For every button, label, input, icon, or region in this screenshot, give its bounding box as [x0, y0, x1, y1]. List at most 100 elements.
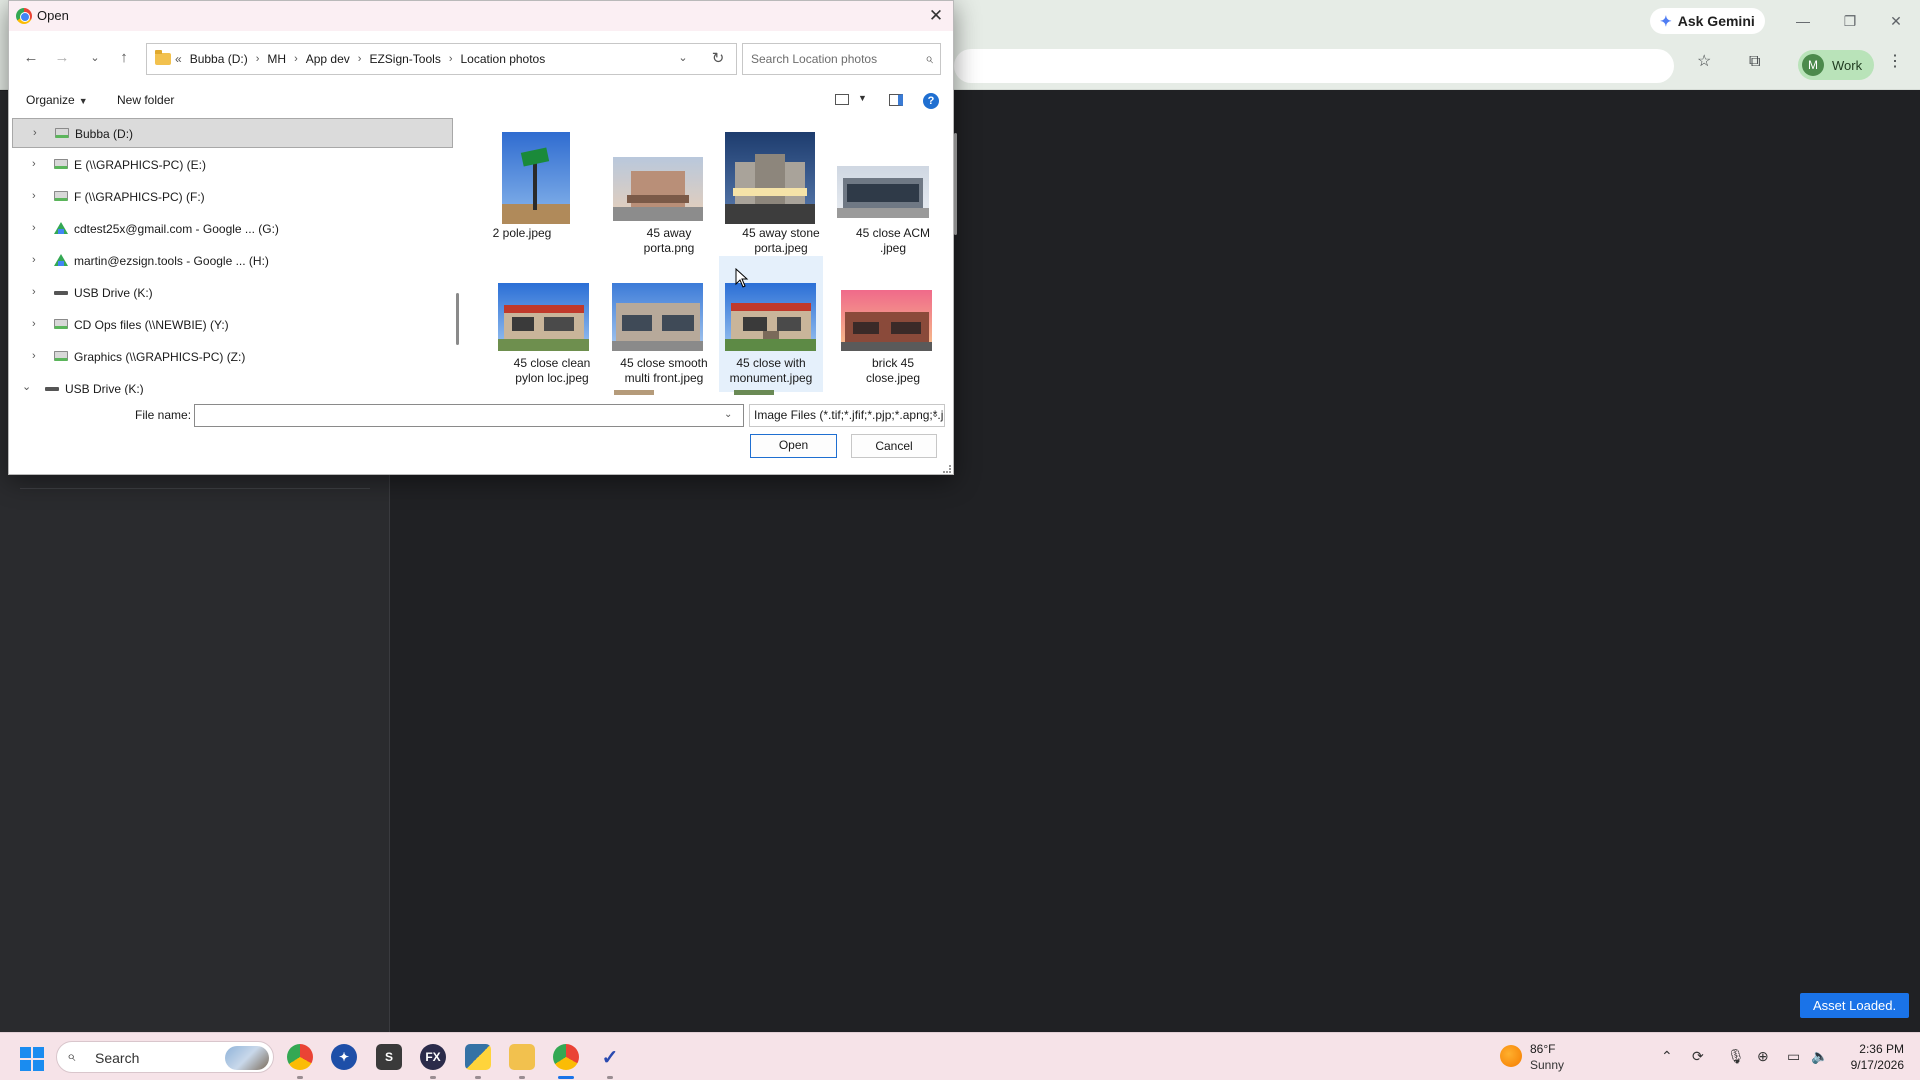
file-tile[interactable]: 45 close clean pylon loc.jpeg	[464, 256, 590, 392]
search-icon: ⌕	[67, 1048, 76, 1065]
organize-label: Organize	[26, 93, 75, 107]
search-input[interactable]: Search Location photos ⌕	[742, 43, 941, 75]
chevron-right-icon[interactable]: ›	[32, 222, 36, 234]
restore-icon[interactable]: ❐	[1827, 10, 1873, 32]
chevron-right-icon[interactable]: ›	[32, 158, 36, 170]
window-close-icon[interactable]: ✕	[1873, 10, 1919, 32]
sketch-icon[interactable]: ✦	[331, 1044, 357, 1070]
search-highlight-image	[225, 1046, 269, 1070]
extensions-icon[interactable]: ⧉	[1749, 52, 1760, 72]
breadcrumb-separator-icon[interactable]: ›	[256, 53, 260, 65]
breadcrumb-item[interactable]: Location photos	[461, 52, 546, 66]
breadcrumb-item[interactable]: EZSign-Tools	[369, 52, 440, 66]
chevron-down-icon[interactable]: ⌄	[724, 409, 732, 420]
fx-app-icon[interactable]: FX	[420, 1044, 446, 1070]
volume-icon[interactable]: 🔈	[1811, 1048, 1828, 1065]
breadcrumb-separator-icon[interactable]: ›	[449, 53, 453, 65]
weather-description[interactable]: Sunny	[1530, 1058, 1564, 1072]
file-name-line: .jpeg	[879, 241, 907, 255]
refresh-icon[interactable]: ↻	[708, 49, 728, 67]
help-icon[interactable]: ?	[923, 93, 939, 109]
cancel-button[interactable]: Cancel	[851, 434, 937, 458]
address-bar[interactable]	[954, 49, 1674, 83]
windows-start-icon[interactable]	[20, 1047, 44, 1071]
weather-temperature[interactable]: 86°F	[1530, 1042, 1555, 1056]
google-drive-icon	[54, 254, 68, 266]
chevron-right-icon[interactable]: ›	[32, 286, 36, 298]
chevron-right-icon[interactable]: ›	[33, 127, 37, 139]
back-arrow-icon[interactable]: ←	[21, 48, 41, 68]
nav-item-label: USB Drive (K:)	[74, 286, 153, 300]
python-icon[interactable]	[465, 1044, 491, 1070]
nav-item-drive-h[interactable]: › martin@ezsign.tools - Google ... (H:)	[12, 246, 453, 276]
chevron-down-icon[interactable]: ⌄	[22, 380, 31, 393]
nav-item-label: Graphics (\\GRAPHICS-PC) (Z:)	[74, 350, 246, 364]
breadcrumb-item[interactable]: App dev	[306, 52, 350, 66]
breadcrumb[interactable]: « Bubba (D:) › MH › App dev › EZSign-Too…	[146, 43, 737, 75]
clock-time[interactable]: 2:36 PM	[1834, 1042, 1904, 1056]
file-tile[interactable]: 45 close smooth multi front.jpeg	[576, 256, 708, 392]
breadcrumb-item[interactable]: MH	[267, 52, 286, 66]
forward-arrow-icon[interactable]: →	[52, 48, 72, 68]
nav-item-drive-f[interactable]: › F (\\GRAPHICS-PC) (F:)	[12, 182, 453, 212]
file-list-scrollbar[interactable]	[954, 133, 957, 235]
network-globe-icon[interactable]: ⊕	[1757, 1048, 1769, 1065]
chrome-active-icon[interactable]	[553, 1044, 579, 1070]
nav-item-drive-k[interactable]: › USB Drive (K:)	[12, 278, 453, 308]
profile-button[interactable]: M Work	[1798, 50, 1875, 80]
microphone-icon[interactable]: 🎙	[1727, 1048, 1745, 1065]
file-tile[interactable]: brick 45 close.jpeg	[800, 256, 932, 392]
chevron-down-icon[interactable]: ⌄	[931, 409, 939, 420]
file-tile[interactable]: 45 close ACM .jpeg	[800, 121, 930, 257]
breadcrumb-overflow[interactable]: «	[175, 52, 182, 66]
new-folder-button[interactable]: New folder	[117, 93, 174, 107]
bookmark-star-icon[interactable]: ☆	[1697, 52, 1711, 72]
file-tile[interactable]: 2 pole.jpeg	[464, 121, 570, 257]
v-app-icon[interactable]: ✓	[597, 1044, 623, 1070]
chevron-right-icon[interactable]: ›	[32, 190, 36, 202]
display-icon[interactable]: ▭	[1787, 1048, 1800, 1065]
file-name-field[interactable]	[194, 404, 744, 427]
open-button[interactable]: Open	[750, 434, 837, 458]
chevron-right-icon[interactable]: ›	[32, 254, 36, 266]
file-tile[interactable]: 45 away porta.png	[576, 121, 703, 257]
address-history-chevron-icon[interactable]: ⌄	[675, 51, 691, 64]
show-hidden-icons-chevron-icon[interactable]: ⌃	[1661, 1048, 1673, 1065]
chrome-icon[interactable]	[287, 1044, 313, 1070]
sun-icon[interactable]	[1500, 1045, 1522, 1067]
ask-gemini-button[interactable]: ✦ Ask Gemini	[1650, 8, 1765, 34]
breadcrumb-item[interactable]: Bubba (D:)	[190, 52, 248, 66]
recent-locations-chevron-icon[interactable]: ⌄	[85, 48, 105, 68]
chevron-right-icon[interactable]: ›	[32, 350, 36, 362]
nav-item-drive-z[interactable]: › Graphics (\\GRAPHICS-PC) (Z:)	[12, 342, 453, 372]
breadcrumb-separator-icon[interactable]: ›	[358, 53, 362, 65]
taskbar-search-box[interactable]: ⌕ Search	[56, 1041, 274, 1073]
nav-item-drive-y[interactable]: › CD Ops files (\\NEWBIE) (Y:)	[12, 310, 453, 340]
nav-item-label: Bubba (D:)	[75, 127, 134, 141]
resize-grip-icon[interactable]	[943, 465, 951, 473]
nav-item-drive-e[interactable]: › E (\\GRAPHICS-PC) (E:)	[12, 150, 453, 180]
change-view-icon[interactable]	[835, 94, 849, 105]
close-icon[interactable]: ✕	[925, 5, 947, 27]
chrome-menu-icon[interactable]: ⋮	[1887, 52, 1903, 72]
s-app-icon[interactable]: S	[376, 1044, 402, 1070]
nav-pane-scrollbar[interactable]	[456, 293, 459, 345]
nav-item-usb-drive-expanded[interactable]: ⌄ USB Drive (K:)	[12, 374, 453, 395]
organize-menu-button[interactable]: Organize ▼	[26, 93, 88, 107]
minimize-icon[interactable]: —	[1780, 10, 1826, 32]
file-explorer-icon[interactable]	[509, 1044, 535, 1070]
nav-item-drive-g[interactable]: › cdtest25x@gmail.com - Google ... (G:)	[12, 214, 453, 244]
chevron-right-icon[interactable]: ›	[32, 318, 36, 330]
sync-icon[interactable]: ⟳	[1692, 1048, 1704, 1065]
breadcrumb-separator-icon[interactable]: ›	[294, 53, 298, 65]
nav-item-label: martin@ezsign.tools - Google ... (H:)	[74, 254, 269, 268]
clock-date[interactable]: 9/17/2026	[1834, 1058, 1904, 1072]
preview-pane-icon[interactable]	[889, 94, 903, 106]
file-type-select[interactable]: Image Files (*.tif;*.jfif;*.pjp;*.apng;*…	[749, 404, 945, 427]
file-tile[interactable]: 45 away stone porta.jpeg	[688, 121, 820, 257]
up-arrow-icon[interactable]: ↑	[114, 48, 134, 68]
network-drive-icon	[54, 319, 68, 329]
avatar: M	[1802, 54, 1824, 76]
caret-down-icon[interactable]: ▼	[858, 93, 867, 103]
nav-item-bubba-d[interactable]: › Bubba (D:)	[12, 118, 453, 148]
